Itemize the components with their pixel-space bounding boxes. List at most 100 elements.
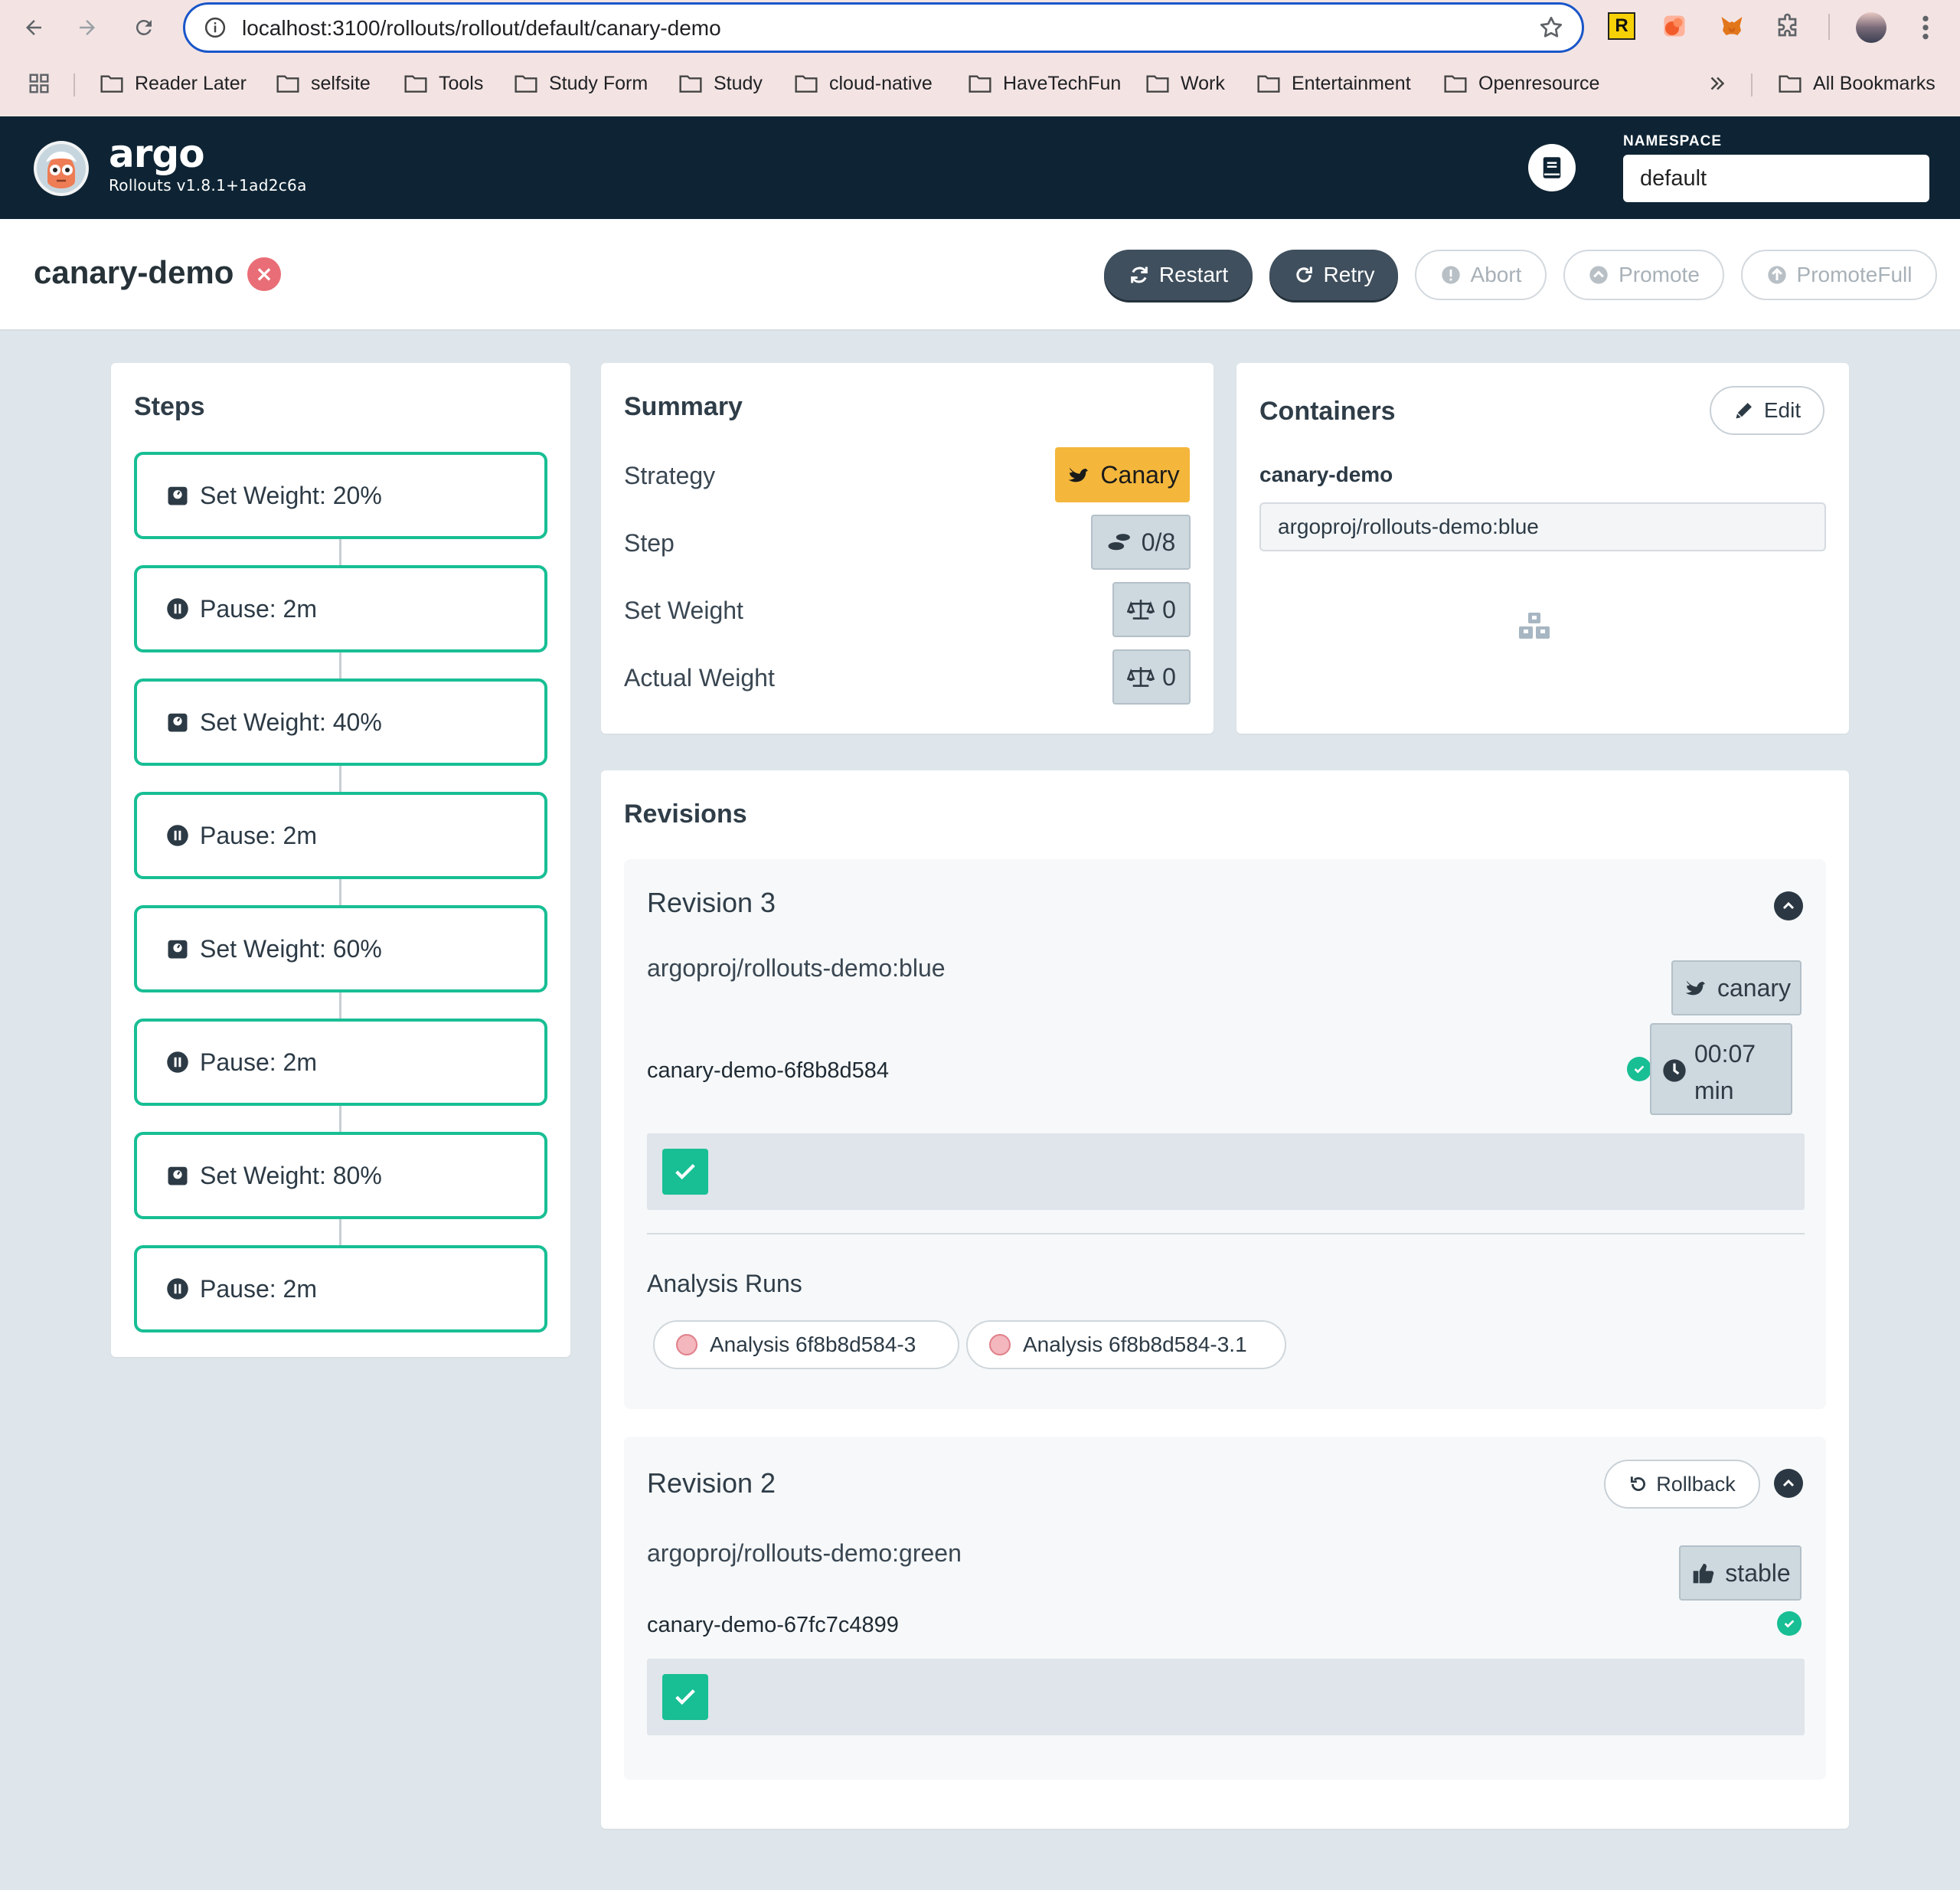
set-weight-label: Set Weight	[624, 597, 743, 624]
bookmark-folder[interactable]: Tools	[403, 66, 483, 101]
set-weight-badge: 0	[1112, 582, 1191, 637]
revision-image: argoproj/rollouts-demo:blue	[647, 954, 946, 982]
rollback-button[interactable]: Rollback	[1604, 1460, 1760, 1509]
rollout-title-bar: canary-demo × Restart Retry Abort Promot…	[0, 219, 1960, 331]
bookmark-folder[interactable]: HaveTechFun	[968, 66, 1121, 101]
bookmark-folder[interactable]: Openresource	[1443, 66, 1599, 101]
browser-chrome: localhost:3100/rollouts/rollout/default/…	[0, 0, 1960, 116]
abort-button[interactable]: Abort	[1415, 250, 1547, 300]
step-set-weight[interactable]: Set Weight: 80%	[134, 1132, 547, 1219]
folder-icon	[1257, 75, 1280, 93]
all-bookmarks-folder[interactable]: All Bookmarks	[1778, 66, 1936, 101]
profile-avatar-icon[interactable]	[1856, 12, 1886, 43]
promote-full-button[interactable]: PromoteFull	[1741, 250, 1937, 300]
revisions-title: Revisions	[624, 799, 747, 829]
folder-icon	[1146, 75, 1169, 93]
bookmark-folder[interactable]: Work	[1145, 66, 1225, 101]
summary-title: Summary	[624, 392, 743, 421]
bookmark-folder[interactable]: Study Form	[514, 66, 648, 101]
bookmark-folder[interactable]: Study	[678, 66, 763, 101]
folder-icon	[969, 75, 991, 93]
reload-icon[interactable]	[127, 11, 161, 44]
brand-name[interactable]: argo	[109, 132, 205, 176]
healthy-check-icon	[1627, 1057, 1651, 1081]
folder-icon	[514, 75, 537, 93]
reader-extension-icon[interactable]: R	[1608, 12, 1635, 40]
url-text[interactable]: localhost:3100/rollouts/rollout/default/…	[242, 16, 721, 41]
step-pause[interactable]: Pause: 2m	[134, 1019, 547, 1106]
folder-icon	[100, 75, 123, 93]
undo-icon	[1631, 1476, 1646, 1491]
namespace-label: NAMESPACE	[1623, 133, 1722, 149]
steps-title: Steps	[134, 392, 205, 421]
revision-card: Revision 3 argoproj/rollouts-demo:blue c…	[624, 859, 1826, 1409]
firefox-relay-extension-icon[interactable]	[1661, 12, 1688, 40]
age-unit: min	[1694, 1077, 1734, 1104]
browser-menu-icon[interactable]	[1914, 12, 1937, 43]
canary-bird-icon	[1069, 467, 1089, 482]
documentation-button[interactable]	[1528, 144, 1576, 191]
edit-button[interactable]: Edit	[1710, 386, 1824, 435]
arrow-up-circle-icon	[1767, 266, 1786, 284]
book-icon	[1543, 157, 1561, 178]
back-icon[interactable]	[17, 11, 51, 44]
collapse-chevron-icon[interactable]	[1774, 891, 1803, 920]
pause-circle-icon	[167, 825, 188, 846]
step-pause[interactable]: Pause: 2m	[134, 1245, 547, 1332]
container-image-field[interactable]: argoproj/rollouts-demo:blue	[1259, 502, 1826, 551]
bookmark-star-icon[interactable]	[1537, 14, 1565, 41]
failed-status-dot	[676, 1334, 697, 1355]
analysis-run-chip[interactable]: Analysis 6f8b8d584-3	[653, 1320, 959, 1369]
step-label: Step	[624, 529, 675, 557]
pause-circle-icon	[167, 598, 188, 620]
app-header: argo Rollouts v1.8.1+1ad2c6a NAMESPACE d…	[0, 116, 1960, 219]
more-bookmarks-chevron-icon[interactable]	[1706, 70, 1729, 96]
forward-icon[interactable]	[70, 11, 104, 44]
pod-healthy[interactable]	[662, 1149, 708, 1195]
argo-logo-icon[interactable]	[32, 139, 90, 198]
exclamation-circle-icon	[1441, 266, 1460, 284]
collapse-chevron-icon[interactable]	[1774, 1469, 1803, 1498]
extensions-puzzle-icon[interactable]	[1775, 12, 1802, 40]
bookmarks-separator	[74, 74, 75, 96]
bookmark-folder[interactable]: Reader Later	[100, 66, 247, 101]
replicaset-name: canary-demo-6f8b8d584	[647, 1058, 889, 1083]
weight-icon	[168, 713, 188, 732]
pod-healthy[interactable]	[662, 1674, 708, 1720]
step-pause[interactable]: Pause: 2m	[134, 565, 547, 652]
weight-icon	[168, 940, 188, 959]
bookmark-folder[interactable]: selfsite	[276, 66, 371, 101]
revision-card: Revision 2 Rollback argoproj/rollouts-de…	[624, 1437, 1826, 1780]
analysis-runs-title: Analysis Runs	[647, 1270, 802, 1297]
check-icon	[675, 1689, 695, 1705]
apps-grid-icon[interactable]	[28, 72, 51, 95]
bookmark-folder[interactable]: cloud-native	[794, 66, 933, 101]
stable-badge: stable	[1679, 1545, 1802, 1601]
retry-button[interactable]: Retry	[1269, 250, 1398, 300]
site-info-icon[interactable]	[204, 16, 227, 39]
toolbar-separator	[1828, 14, 1830, 40]
step-pause[interactable]: Pause: 2m	[134, 792, 547, 879]
rollout-name: canary-demo	[34, 254, 234, 290]
folder-icon	[1444, 75, 1467, 93]
step-set-weight[interactable]: Set Weight: 20%	[134, 452, 547, 539]
revision-image: argoproj/rollouts-demo:green	[647, 1539, 962, 1567]
bookmark-folder[interactable]: Entertainment	[1256, 66, 1411, 101]
check-icon	[675, 1163, 695, 1180]
healthy-check-icon	[1777, 1611, 1802, 1636]
degraded-status-icon: ×	[247, 257, 281, 291]
namespace-input[interactable]: default	[1623, 155, 1929, 202]
promote-button[interactable]: Promote	[1563, 250, 1724, 300]
metamask-extension-icon[interactable]	[1718, 12, 1746, 40]
analysis-run-chip[interactable]: Analysis 6f8b8d584-3.1	[966, 1320, 1286, 1369]
step-set-weight[interactable]: Set Weight: 60%	[134, 905, 547, 992]
thumbs-up-icon	[1693, 1564, 1714, 1584]
pause-circle-icon	[167, 1051, 188, 1073]
balance-scale-icon	[1127, 600, 1155, 620]
address-bar[interactable]: localhost:3100/rollouts/rollout/default/…	[183, 2, 1584, 53]
restart-button[interactable]: Restart	[1104, 250, 1253, 300]
chevron-up-circle-icon	[1589, 266, 1608, 284]
replicaset-age-badge: 00:07 min	[1650, 1023, 1792, 1115]
step-set-weight[interactable]: Set Weight: 40%	[134, 679, 547, 766]
containers-title: Containers	[1259, 397, 1396, 426]
